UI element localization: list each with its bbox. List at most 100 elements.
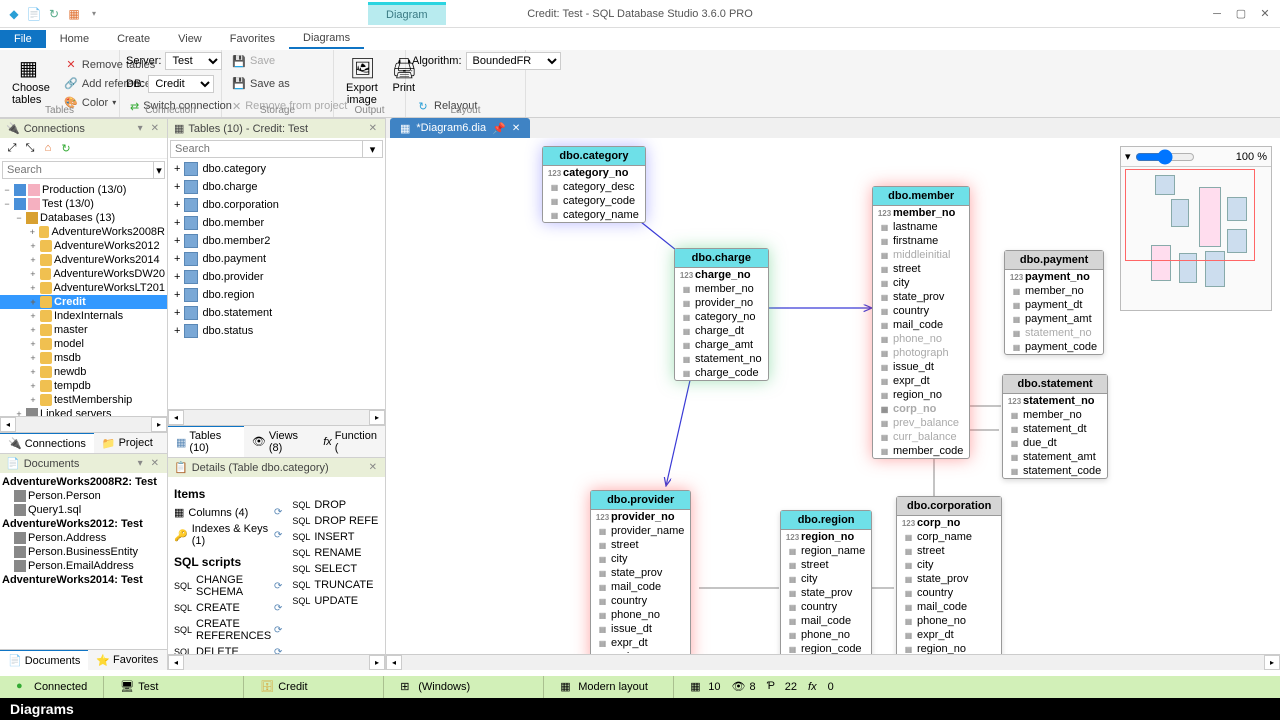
table-column[interactable]: ▦member_code [873,444,969,458]
tab-favorites[interactable]: Favorites [216,30,289,48]
table-column[interactable]: ▦expr_dt [897,628,1001,642]
detail-truncate[interactable]: SQLTRUNCATE [292,577,379,593]
refresh-tree-icon[interactable]: ↻ [58,140,74,156]
detail-drop[interactable]: SQLDROP [292,497,379,513]
table-column[interactable]: ▦region_code [781,642,871,654]
conn-search-chevron-icon[interactable]: ▾ [154,161,165,179]
db-node[interactable]: +testMembership [0,393,167,407]
table-column[interactable]: ▦category_no [675,310,768,324]
doc-close-icon[interactable]: ✕ [149,458,161,469]
table-column[interactable]: ▦member_no [1003,408,1107,422]
table-column[interactable]: ▦statement_dt [1003,422,1107,436]
table-list-item[interactable]: +dbo.member [168,214,385,232]
table-list-item[interactable]: +dbo.provider [168,268,385,286]
table-column[interactable]: ▦statement_code [1003,464,1107,478]
table-column[interactable]: 123category_no [543,166,645,180]
table-column[interactable]: ▦charge_amt [675,338,768,352]
table-column[interactable]: ▦region_name [781,544,871,558]
table-list-item[interactable]: +dbo.category [168,160,385,178]
sql-icon[interactable]: 📄 [26,6,42,22]
table-column[interactable]: ▦street [897,544,1001,558]
table-column[interactable]: ▦phone_no [591,608,690,622]
table-column[interactable]: ▦provider_name [591,524,690,538]
detail-indexes[interactable]: 🔑Indexes & Keys (1)⟳ [174,521,282,549]
detail-create-ref[interactable]: SQLCREATE REFERENCES⟳ [174,616,282,644]
table-column[interactable]: ▦mail_code [897,600,1001,614]
detail-insert[interactable]: SQLINSERT [292,529,379,545]
table-column[interactable]: ▦category_code [543,194,645,208]
table-list-item[interactable]: +dbo.corporation [168,196,385,214]
detail-change-schema[interactable]: SQLCHANGE SCHEMA⟳ [174,572,282,600]
table-column[interactable]: ▦street [873,262,969,276]
tab-tables[interactable]: ▦Tables (10) [168,426,244,457]
table-column[interactable]: ▦country [873,304,969,318]
table-header[interactable]: dbo.statement [1003,375,1107,394]
table-column[interactable]: ▦street [781,558,871,572]
table-column[interactable]: ▦state_prov [781,586,871,600]
save-button[interactable]: 💾Save [228,52,327,70]
diagram-table-corporation[interactable]: dbo.corporation123corp_no▦corp_name▦stre… [896,496,1002,654]
table-column[interactable]: ▦statement_no [1005,326,1103,340]
table-column[interactable]: ▦prev_balance [873,416,969,430]
table-column[interactable]: ▦category_desc [543,180,645,194]
table-column[interactable]: ▦payment_dt [1005,298,1103,312]
zoom-chevron-icon[interactable]: ▾ [1125,150,1131,163]
table-column[interactable]: ▦state_prov [897,572,1001,586]
table-column[interactable]: ▦street [591,538,690,552]
tab-diagrams[interactable]: Diagrams [289,29,364,49]
tab-file[interactable]: File [0,30,46,48]
qat-more-icon[interactable]: ▾ [86,6,102,22]
table-column[interactable]: ▦statement_no [675,352,768,366]
table-column[interactable]: ▦phone_no [781,628,871,642]
table-column[interactable]: ▦statement_amt [1003,450,1107,464]
db-node[interactable]: +AdventureWorksLT201 [0,281,167,295]
detail-columns[interactable]: ▦Columns (4)⟳ [174,504,282,521]
table-column[interactable]: ▦region_no [591,650,690,654]
table-column[interactable]: ▦state_prov [591,566,690,580]
table-header[interactable]: dbo.payment [1005,251,1103,270]
db-node[interactable]: +AdventureWorks2008R [0,225,167,239]
diagram-table-charge[interactable]: dbo.charge123charge_no▦member_no▦provide… [674,248,769,381]
table-header[interactable]: dbo.category [543,147,645,166]
table-header[interactable]: dbo.member [873,187,969,206]
expand-all-icon[interactable]: ⤢ [4,140,20,156]
table-column[interactable]: ▦city [897,558,1001,572]
table-list-item[interactable]: +dbo.charge [168,178,385,196]
table-list-item[interactable]: +dbo.region [168,286,385,304]
scroll-right-icon[interactable]: ▸ [151,417,167,432]
tab-function[interactable]: fxFunction ( [315,426,385,457]
conn-close-icon[interactable]: ✕ [149,123,161,134]
table-column[interactable]: ▦curr_balance [873,430,969,444]
table-column[interactable]: ▦member_no [675,282,768,296]
tab-documents[interactable]: 📄Documents [0,650,88,670]
table-column[interactable]: ▦city [781,572,871,586]
table-column[interactable]: ▦provider_no [675,296,768,310]
table-list-item[interactable]: +dbo.member2 [168,232,385,250]
table-column[interactable]: ▦city [591,552,690,566]
collapse-all-icon[interactable]: ⤡ [22,140,38,156]
diagram-canvas[interactable]: dbo.category123category_no▦category_desc… [386,138,1280,654]
doc-tab-close-icon[interactable]: ✕ [512,123,520,134]
table-column[interactable]: ▦payment_amt [1005,312,1103,326]
table-header[interactable]: dbo.corporation [897,497,1001,516]
db-node[interactable]: +AdventureWorksDW20 [0,267,167,281]
diagram-table-statement[interactable]: dbo.statement123statement_no▦member_no▦s… [1002,374,1108,479]
minimize-button[interactable]: ─ [1206,3,1228,25]
table-column[interactable]: ▦lastname [873,220,969,234]
db-node[interactable]: +newdb [0,365,167,379]
table-column[interactable]: ▦corp_no [873,402,969,416]
close-button[interactable]: ✕ [1254,3,1276,25]
table-header[interactable]: dbo.region [781,511,871,530]
diagram-table-region[interactable]: dbo.region123region_no▦region_name▦stree… [780,510,872,654]
table-column[interactable]: 123provider_no [591,510,690,524]
zoom-slider[interactable] [1135,149,1195,165]
db-node[interactable]: +AdventureWorks2014 [0,253,167,267]
table-column[interactable]: ▦state_prov [873,290,969,304]
tables-search-input[interactable] [170,140,363,158]
refresh-icon[interactable]: ↻ [46,6,62,22]
table-column[interactable]: ▦due_dt [1003,436,1107,450]
home-icon[interactable]: ⌂ [40,140,56,156]
table-header[interactable]: dbo.charge [675,249,768,268]
table-column[interactable]: ▦region_no [873,388,969,402]
algorithm-select[interactable]: BoundedFR [466,52,561,70]
